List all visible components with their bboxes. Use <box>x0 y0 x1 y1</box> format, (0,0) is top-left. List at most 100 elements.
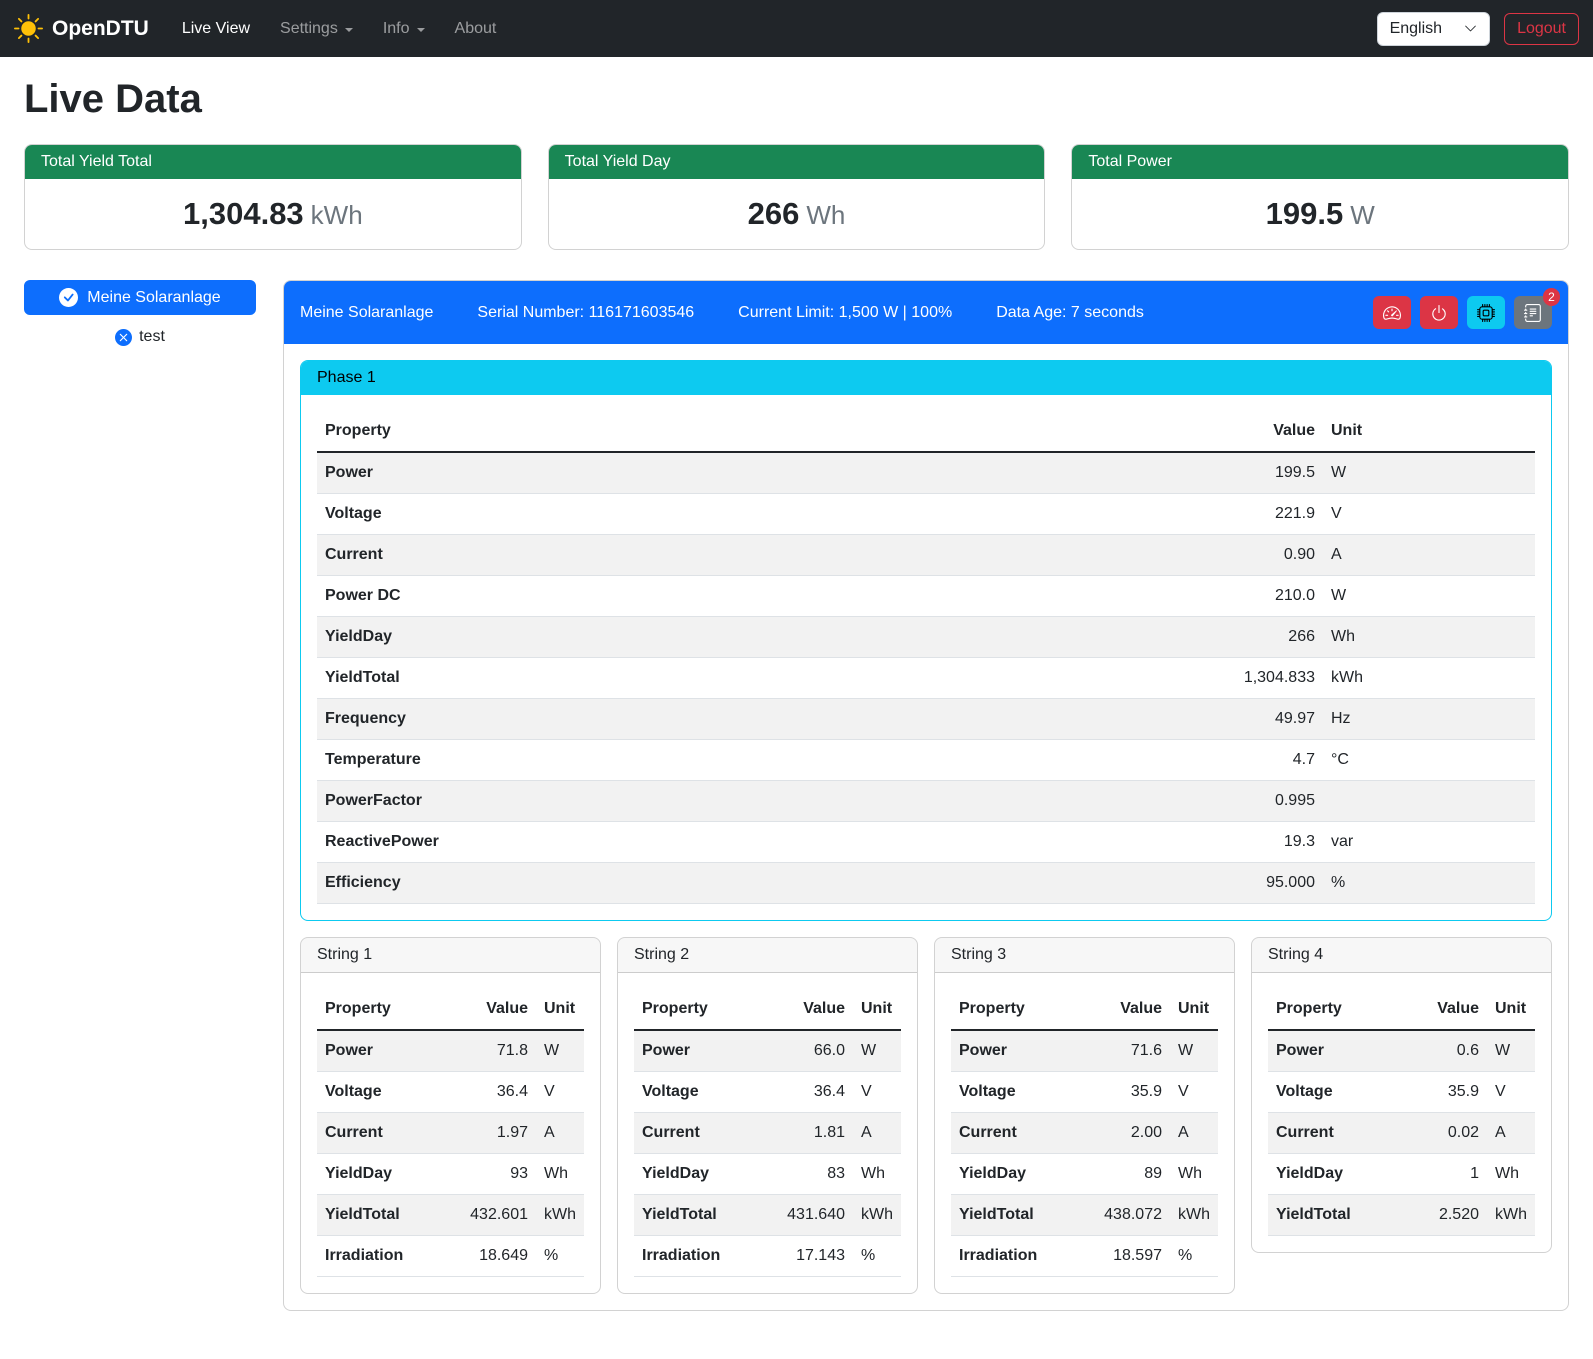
phase-card: Phase 1 Property Value Unit Power199.5WV… <box>300 360 1552 921</box>
value-cell: 36.4 <box>771 1072 853 1113</box>
summary-unit: W <box>1350 200 1375 230</box>
column-header-property: Property <box>951 989 1088 1030</box>
table-row: Current2.00A <box>951 1113 1218 1154</box>
property-cell: PowerFactor <box>317 781 1191 822</box>
string-card-body: PropertyValueUnitPower71.8WVoltage36.4VC… <box>301 973 600 1293</box>
unit-cell: °C <box>1323 740 1535 781</box>
unit-cell: Wh <box>1487 1154 1535 1195</box>
nav-settings[interactable]: Settings <box>265 12 368 46</box>
unit-cell <box>1323 781 1535 822</box>
nav-live-view[interactable]: Live View <box>167 12 265 46</box>
table-row: Power66.0W <box>634 1030 901 1072</box>
column-header-property: Property <box>317 411 1191 452</box>
unit-cell: W <box>1323 452 1535 494</box>
check-circle-icon <box>59 288 78 307</box>
string-table: PropertyValueUnitPower71.8WVoltage36.4VC… <box>317 989 584 1277</box>
value-cell: 17.143 <box>771 1236 853 1277</box>
property-cell: Voltage <box>317 1072 454 1113</box>
limit-settings-button[interactable] <box>1373 296 1411 329</box>
nav-live-view-label: Live View <box>182 20 250 38</box>
property-cell: Irradiation <box>634 1236 771 1277</box>
table-row: Irradiation17.143% <box>634 1236 901 1277</box>
table-row: YieldTotal431.640kWh <box>634 1195 901 1236</box>
table-header-row: PropertyValueUnit <box>317 989 584 1030</box>
inverter-data-age: Data Age: 7 seconds <box>996 304 1144 322</box>
property-cell: YieldDay <box>634 1154 771 1195</box>
nav-info[interactable]: Info <box>368 12 440 46</box>
string-card: String 4PropertyValueUnitPower0.6WVoltag… <box>1251 937 1552 1253</box>
property-cell: YieldDay <box>317 1154 454 1195</box>
property-cell: Frequency <box>317 699 1191 740</box>
inverter-tag[interactable]: test <box>24 328 256 346</box>
strings-row: String 1PropertyValueUnitPower71.8WVolta… <box>300 937 1552 1294</box>
property-cell: Current <box>317 1113 454 1154</box>
summary-card-title: Total Power <box>1072 145 1568 179</box>
inverter-sidebar: Meine Solaranlage test <box>24 280 256 346</box>
string-table: PropertyValueUnitPower66.0WVoltage36.4VC… <box>634 989 901 1277</box>
property-cell: Irradiation <box>317 1236 454 1277</box>
value-cell: 1.81 <box>771 1113 853 1154</box>
column-header-property: Property <box>1268 989 1405 1030</box>
phase-card-body: Property Value Unit Power199.5WVoltage22… <box>301 395 1551 920</box>
table-row: Current1.81A <box>634 1113 901 1154</box>
value-cell: 49.97 <box>1191 699 1323 740</box>
navbar-right: English Logout <box>1377 12 1579 46</box>
chevron-down-icon <box>417 28 425 32</box>
column-header-value: Value <box>1405 989 1487 1030</box>
power-icon <box>1430 304 1448 322</box>
event-log-button[interactable]: 2 <box>1514 296 1552 329</box>
value-cell: 199.5 <box>1191 452 1323 494</box>
language-select[interactable]: English <box>1377 12 1490 46</box>
value-cell: 431.640 <box>771 1195 853 1236</box>
journal-text-icon <box>1524 304 1542 322</box>
property-cell: Irradiation <box>951 1236 1088 1277</box>
property-cell: YieldTotal <box>317 658 1191 699</box>
value-cell: 210.0 <box>1191 576 1323 617</box>
cpu-icon <box>1477 304 1495 322</box>
column-header-unit: Unit <box>853 989 901 1030</box>
unit-cell: kWh <box>1170 1195 1218 1236</box>
logout-button[interactable]: Logout <box>1504 13 1579 45</box>
string-card: String 1PropertyValueUnitPower71.8WVolta… <box>300 937 601 1294</box>
value-cell: 2.00 <box>1088 1113 1170 1154</box>
inverter-limit: Current Limit: 1,500 W | 100% <box>738 304 952 322</box>
value-cell: 432.601 <box>454 1195 536 1236</box>
table-row: Power71.6W <box>951 1030 1218 1072</box>
table-row: YieldDay89Wh <box>951 1154 1218 1195</box>
column-header-unit: Unit <box>1170 989 1218 1030</box>
chevron-down-icon <box>345 28 353 32</box>
string-card: String 2PropertyValueUnitPower66.0WVolta… <box>617 937 918 1294</box>
table-row: YieldTotal1,304.833kWh <box>317 658 1535 699</box>
table-row: Power DC210.0W <box>317 576 1535 617</box>
unit-cell: % <box>1170 1236 1218 1277</box>
page-container: Live Data Total Yield Total 1,304.83kWh … <box>0 57 1593 1339</box>
table-row: Temperature4.7°C <box>317 740 1535 781</box>
column-header-property: Property <box>317 989 454 1030</box>
page-title: Live Data <box>24 77 1569 122</box>
property-cell: YieldTotal <box>317 1195 454 1236</box>
value-cell: 36.4 <box>454 1072 536 1113</box>
value-cell: 35.9 <box>1088 1072 1170 1113</box>
brand-label: OpenDTU <box>52 17 149 41</box>
unit-cell: A <box>1487 1113 1535 1154</box>
value-cell: 71.6 <box>1088 1030 1170 1072</box>
brand-link[interactable]: OpenDTU <box>14 14 149 43</box>
table-row: Current0.02A <box>1268 1113 1535 1154</box>
x-circle-icon[interactable] <box>115 329 132 346</box>
table-header-row: PropertyValueUnit <box>634 989 901 1030</box>
property-cell: Power <box>951 1030 1088 1072</box>
nav-about[interactable]: About <box>440 12 512 46</box>
summary-card-title: Total Yield Day <box>549 145 1045 179</box>
summary-card-body: 266Wh <box>549 179 1045 249</box>
inverter-select-button[interactable]: Meine Solaranlage <box>24 280 256 315</box>
table-row: Power199.5W <box>317 452 1535 494</box>
unit-cell: kWh <box>853 1195 901 1236</box>
string-table: PropertyValueUnitPower0.6WVoltage35.9VCu… <box>1268 989 1535 1236</box>
inverter-panel-header: Meine Solaranlage Serial Number: 1161716… <box>284 281 1568 344</box>
column-header-property: Property <box>634 989 771 1030</box>
power-button[interactable] <box>1420 296 1458 329</box>
device-info-button[interactable] <box>1467 296 1505 329</box>
table-row: Frequency49.97Hz <box>317 699 1535 740</box>
property-cell: Power <box>634 1030 771 1072</box>
unit-cell: A <box>536 1113 584 1154</box>
